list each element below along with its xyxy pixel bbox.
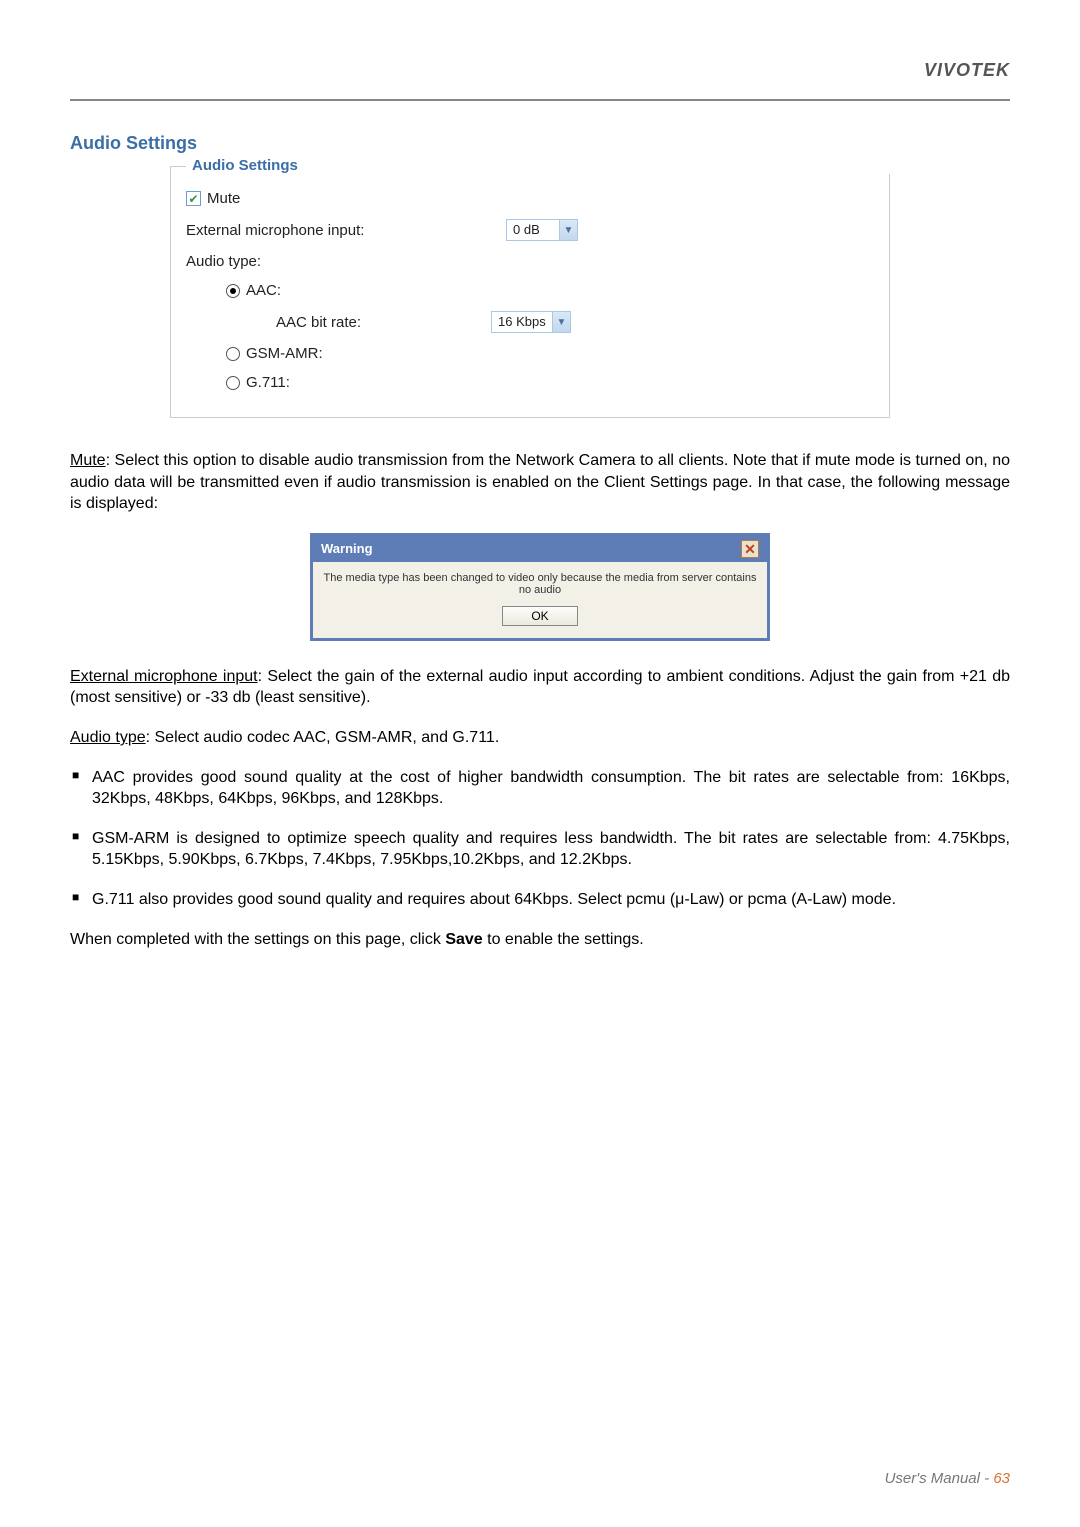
audio-type-row: Audio type: xyxy=(171,247,889,276)
ext-mic-label: External microphone input: xyxy=(186,222,506,239)
audio-type-label: Audio type: xyxy=(186,253,261,270)
aac-bitrate-select-value: 16 Kbps xyxy=(492,312,552,332)
audiotype-paragraph: Audio type: Select audio codec AAC, GSM-… xyxy=(70,727,1010,749)
warning-title: Warning xyxy=(321,541,373,556)
mute-row: ✔ Mute xyxy=(171,184,889,213)
close-icon[interactable]: ✕ xyxy=(741,540,759,558)
mute-paragraph: Mute: Select this option to disable audi… xyxy=(70,450,1010,515)
final-pre: When completed with the settings on this… xyxy=(70,931,445,948)
warning-message: The media type has been changed to video… xyxy=(323,572,757,596)
warning-titlebar: Warning ✕ xyxy=(313,536,767,562)
footer: User's Manual - 63 xyxy=(885,1470,1010,1487)
brand-label: VIVOTEK xyxy=(70,60,1010,81)
audiotype-para-text: : Select audio codec AAC, GSM-AMR, and G… xyxy=(146,729,500,746)
final-post: to enable the settings. xyxy=(483,931,644,948)
audio-settings-fieldset: Audio Settings ✔ Mute External microphon… xyxy=(170,166,890,418)
aac-radio[interactable] xyxy=(226,284,240,298)
g711-label: G.711: xyxy=(246,374,290,391)
mute-para-text: : Select this option to disable audio tr… xyxy=(70,452,1010,512)
extmic-para-label: External microphone input xyxy=(70,668,258,685)
chevron-down-icon: ▼ xyxy=(559,220,577,240)
gsm-row: GSM-AMR: xyxy=(171,339,889,368)
mute-checkbox[interactable]: ✔ xyxy=(186,191,201,206)
g711-row: G.711: xyxy=(171,368,889,397)
warning-body: The media type has been changed to video… xyxy=(313,562,767,638)
aac-bullet: AAC provides good sound quality at the c… xyxy=(70,767,1010,810)
ext-mic-select[interactable]: 0 dB ▼ xyxy=(506,219,578,241)
fieldset-legend: Audio Settings xyxy=(186,157,904,174)
gsm-bullet: GSM-ARM is designed to optimize speech q… xyxy=(70,828,1010,871)
ok-button[interactable]: OK xyxy=(502,606,577,626)
aac-bitrate-label: AAC bit rate: xyxy=(276,314,491,331)
mute-label: Mute xyxy=(207,190,240,207)
g711-radio[interactable] xyxy=(226,376,240,390)
aac-row: AAC: xyxy=(171,276,889,305)
section-title: Audio Settings xyxy=(70,133,1010,154)
g711-bullet: G.711 also provides good sound quality a… xyxy=(70,889,1010,911)
aac-bitrate-select[interactable]: 16 Kbps ▼ xyxy=(491,311,571,333)
aac-label: AAC: xyxy=(246,282,281,299)
ext-mic-select-value: 0 dB xyxy=(507,220,559,240)
chevron-down-icon: ▼ xyxy=(552,312,570,332)
ext-mic-row: External microphone input: 0 dB ▼ xyxy=(171,213,889,247)
header-divider xyxy=(70,99,1010,101)
page-number: 63 xyxy=(993,1470,1010,1487)
aac-bitrate-row: AAC bit rate: 16 Kbps ▼ xyxy=(171,305,889,339)
codec-bullet-list: AAC provides good sound quality at the c… xyxy=(70,767,1010,911)
audiotype-para-label: Audio type xyxy=(70,729,146,746)
final-paragraph: When completed with the settings on this… xyxy=(70,929,1010,951)
extmic-paragraph: External microphone input: Select the ga… xyxy=(70,666,1010,709)
final-bold: Save xyxy=(445,931,482,948)
warning-dialog: Warning ✕ The media type has been change… xyxy=(310,533,770,641)
footer-text: User's Manual - xyxy=(885,1470,994,1487)
gsm-label: GSM-AMR: xyxy=(246,345,323,362)
mute-para-label: Mute xyxy=(70,452,106,469)
gsm-radio[interactable] xyxy=(226,347,240,361)
